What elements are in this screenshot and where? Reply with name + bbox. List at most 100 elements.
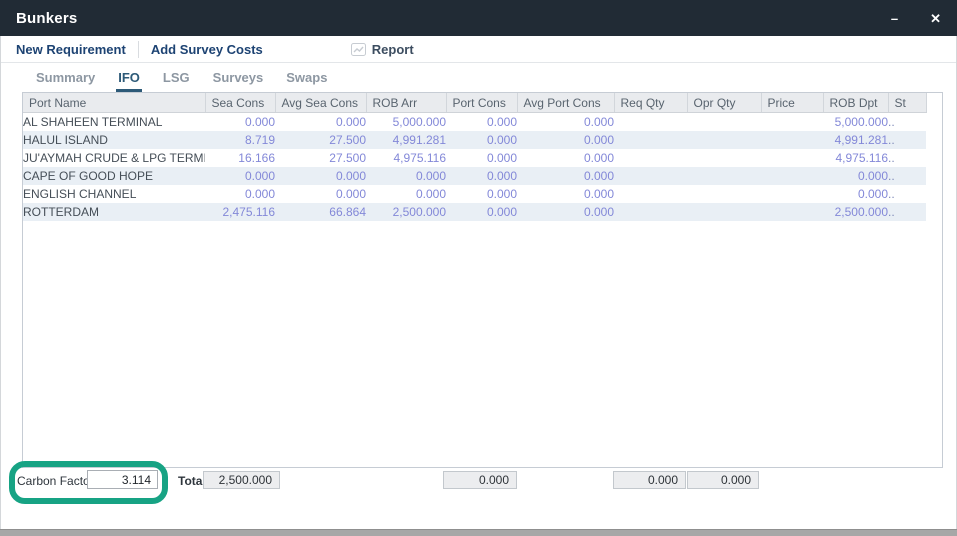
cell-avg-port-cons: 0.000 bbox=[517, 167, 614, 185]
cell-rob-dpt: 2,500.000 bbox=[823, 203, 888, 221]
cell-opr-qty bbox=[687, 149, 761, 167]
cell-avg-port-cons: 0.000 bbox=[517, 113, 614, 132]
bunker-table: Port NameSea ConsAvg Sea ConsROB ArrPort… bbox=[23, 93, 927, 221]
cell-price bbox=[761, 131, 823, 149]
cell-avg-port-cons: 0.000 bbox=[517, 203, 614, 221]
cell-port-name: AL SHAHEEN TERMINAL bbox=[23, 113, 205, 132]
cell-rob-arr: 0.000 bbox=[366, 167, 446, 185]
cell-port-cons: 0.000 bbox=[446, 185, 517, 203]
cell-avg-sea-cons: 27.500 bbox=[275, 131, 366, 149]
cell-req-qty bbox=[614, 203, 687, 221]
window-left-border bbox=[0, 36, 1, 529]
column-header-rob-arr[interactable]: ROB Arr bbox=[366, 93, 446, 113]
window-controls: – ✕ bbox=[891, 12, 941, 25]
table-row[interactable]: ENGLISH CHANNEL0.0000.0000.0000.0000.000… bbox=[23, 185, 926, 203]
minimize-icon[interactable]: – bbox=[891, 12, 898, 25]
cell-rob-arr: 4,975.116 bbox=[366, 149, 446, 167]
column-header-st[interactable]: St bbox=[888, 93, 926, 113]
add-survey-costs-button[interactable]: Add Survey Costs bbox=[151, 42, 263, 57]
cell-port-cons: 0.000 bbox=[446, 131, 517, 149]
column-header-sea-cons[interactable]: Sea Cons bbox=[205, 93, 275, 113]
table-row[interactable]: JU'AYMAH CRUDE & LPG TERMIN16.16627.5004… bbox=[23, 149, 926, 167]
toolbar: New Requirement Add Survey Costs Report bbox=[1, 36, 956, 63]
cell-port-name: ENGLISH CHANNEL bbox=[23, 185, 205, 203]
cell-st: .. bbox=[888, 113, 926, 132]
toolbar-divider bbox=[138, 41, 139, 58]
cell-port-cons: 0.000 bbox=[446, 203, 517, 221]
title-bar: Bunkers – ✕ bbox=[0, 0, 957, 36]
line-chart-icon bbox=[351, 43, 366, 56]
tab-swaps[interactable]: Swaps bbox=[284, 70, 329, 92]
cell-rob-dpt: 4,975.116 bbox=[823, 149, 888, 167]
cell-avg-sea-cons: 0.000 bbox=[275, 167, 366, 185]
tab-lsg[interactable]: LSG bbox=[161, 70, 192, 92]
total-opr-qty: 0.000 bbox=[687, 471, 759, 489]
bunkers-table-panel: Port NameSea ConsAvg Sea ConsROB ArrPort… bbox=[22, 92, 943, 468]
tab-strip: Summary IFO LSG Surveys Swaps bbox=[1, 63, 956, 92]
cell-price bbox=[761, 113, 823, 132]
cell-opr-qty bbox=[687, 185, 761, 203]
table-row[interactable]: HALUL ISLAND8.71927.5004,991.2810.0000.0… bbox=[23, 131, 926, 149]
column-header-avg-sea-cons[interactable]: Avg Sea Cons bbox=[275, 93, 366, 113]
cell-sea-cons: 0.000 bbox=[205, 185, 275, 203]
cell-sea-cons: 8.719 bbox=[205, 131, 275, 149]
table-header-row: Port NameSea ConsAvg Sea ConsROB ArrPort… bbox=[23, 93, 926, 113]
cell-port-name: ROTTERDAM bbox=[23, 203, 205, 221]
total-req-qty: 0.000 bbox=[613, 471, 686, 489]
cell-st: .. bbox=[888, 185, 926, 203]
cell-port-name: HALUL ISLAND bbox=[23, 131, 205, 149]
cell-rob-dpt: 5,000.000 bbox=[823, 113, 888, 132]
carbon-factor-input[interactable] bbox=[87, 470, 158, 489]
cell-st: .. bbox=[888, 167, 926, 185]
column-header-opr-qty[interactable]: Opr Qty bbox=[687, 93, 761, 113]
cell-rob-dpt: 0.000 bbox=[823, 185, 888, 203]
table-row[interactable]: CAPE OF GOOD HOPE0.0000.0000.0000.0000.0… bbox=[23, 167, 926, 185]
cell-price bbox=[761, 167, 823, 185]
cell-price bbox=[761, 149, 823, 167]
cell-rob-arr: 2,500.000 bbox=[366, 203, 446, 221]
close-icon[interactable]: ✕ bbox=[930, 12, 941, 25]
table-row[interactable]: ROTTERDAM2,475.11666.8642,500.0000.0000.… bbox=[23, 203, 926, 221]
cell-st: .. bbox=[888, 203, 926, 221]
cell-sea-cons: 0.000 bbox=[205, 113, 275, 132]
cell-avg-sea-cons: 27.500 bbox=[275, 149, 366, 167]
cell-port-cons: 0.000 bbox=[446, 149, 517, 167]
cell-rob-arr: 4,991.281 bbox=[366, 131, 446, 149]
column-header-price[interactable]: Price bbox=[761, 93, 823, 113]
cell-port-cons: 0.000 bbox=[446, 113, 517, 132]
column-header-port-cons[interactable]: Port Cons bbox=[446, 93, 517, 113]
cell-req-qty bbox=[614, 131, 687, 149]
new-requirement-button[interactable]: New Requirement bbox=[16, 42, 126, 57]
column-header-port-name[interactable]: Port Name bbox=[23, 93, 205, 113]
total-port-cons: 0.000 bbox=[443, 471, 517, 489]
column-header-avg-port-cons[interactable]: Avg Port Cons bbox=[517, 93, 614, 113]
cell-avg-sea-cons: 0.000 bbox=[275, 113, 366, 132]
cell-avg-sea-cons: 0.000 bbox=[275, 185, 366, 203]
cell-port-name: JU'AYMAH CRUDE & LPG TERMIN bbox=[23, 149, 205, 167]
cell-opr-qty bbox=[687, 203, 761, 221]
cell-sea-cons: 2,475.116 bbox=[205, 203, 275, 221]
cell-req-qty bbox=[614, 149, 687, 167]
report-button-label: Report bbox=[372, 42, 414, 57]
cell-port-cons: 0.000 bbox=[446, 167, 517, 185]
cell-rob-arr: 0.000 bbox=[366, 185, 446, 203]
total-sea-cons: 2,500.000 bbox=[203, 471, 280, 489]
cell-req-qty bbox=[614, 167, 687, 185]
column-header-rob-dpt[interactable]: ROB Dpt bbox=[823, 93, 888, 113]
cell-avg-port-cons: 0.000 bbox=[517, 185, 614, 203]
cell-rob-arr: 5,000.000 bbox=[366, 113, 446, 132]
report-button[interactable]: Report bbox=[351, 42, 414, 57]
tab-surveys[interactable]: Surveys bbox=[211, 70, 266, 92]
cell-opr-qty bbox=[687, 113, 761, 132]
cell-opr-qty bbox=[687, 167, 761, 185]
tab-ifo[interactable]: IFO bbox=[116, 70, 142, 92]
cell-rob-dpt: 0.000 bbox=[823, 167, 888, 185]
carbon-factor-label: Carbon Factor bbox=[17, 474, 94, 488]
column-header-req-qty[interactable]: Req Qty bbox=[614, 93, 687, 113]
table-body: AL SHAHEEN TERMINAL0.0000.0005,000.0000.… bbox=[23, 113, 926, 222]
table-row[interactable]: AL SHAHEEN TERMINAL0.0000.0005,000.0000.… bbox=[23, 113, 926, 132]
cell-port-name: CAPE OF GOOD HOPE bbox=[23, 167, 205, 185]
tab-summary[interactable]: Summary bbox=[34, 70, 97, 92]
cell-avg-port-cons: 0.000 bbox=[517, 149, 614, 167]
bunkers-window: Bunkers – ✕ New Requirement Add Survey C… bbox=[0, 0, 957, 536]
